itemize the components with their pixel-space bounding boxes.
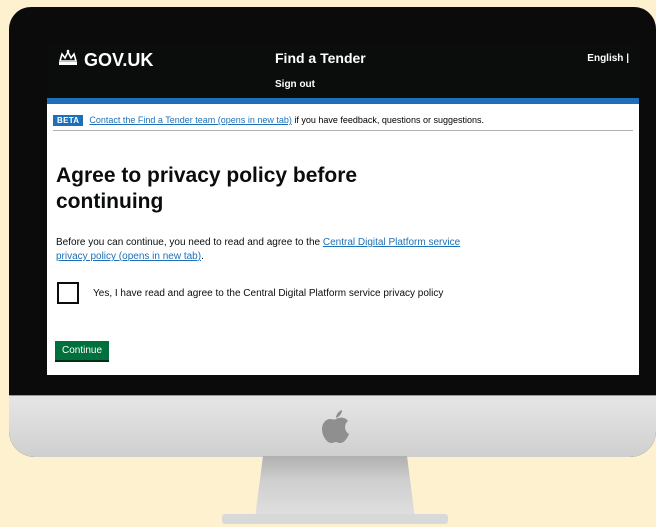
govuk-header: GOV.UK Find a Tender Sign out English | (47, 43, 639, 98)
imac-stand (255, 456, 415, 518)
beta-banner-text: Contact the Find a Tender team (opens in… (89, 115, 484, 125)
crown-icon (57, 49, 79, 72)
intro-text: Before you can continue, you need to rea… (56, 237, 321, 248)
agree-checkbox-label[interactable]: Yes, I have read and agree to the Centra… (93, 286, 453, 301)
imac-stand-base (222, 514, 448, 524)
language-toggle[interactable]: English | (587, 53, 629, 64)
apple-logo-icon (319, 409, 353, 450)
page-title: Agree to privacy policy before continuin… (56, 164, 358, 213)
feedback-link[interactable]: Contact the Find a Tender team (opens in… (89, 115, 291, 125)
logo-text: GOV.UK (84, 50, 154, 70)
beta-tag: BETA (53, 114, 84, 126)
beta-banner: BETA Contact the Find a Tender team (ope… (53, 110, 633, 131)
service-name[interactable]: Find a Tender (275, 50, 366, 66)
intro-paragraph: Before you can continue, you need to rea… (56, 236, 476, 264)
header-accent-bar (47, 98, 639, 104)
continue-button[interactable]: Continue (55, 341, 110, 360)
imac-frame: GOV.UK Find a Tender Sign out English | … (9, 7, 656, 457)
sign-out-link[interactable]: Sign out (275, 79, 315, 90)
intro-end: . (201, 251, 204, 262)
beta-banner-suffix: if you have feedback, questions or sugge… (294, 115, 484, 125)
browser-screen: GOV.UK Find a Tender Sign out English | … (47, 43, 639, 375)
agree-checkbox[interactable] (57, 282, 79, 304)
govuk-logo[interactable]: GOV.UK (57, 49, 153, 72)
